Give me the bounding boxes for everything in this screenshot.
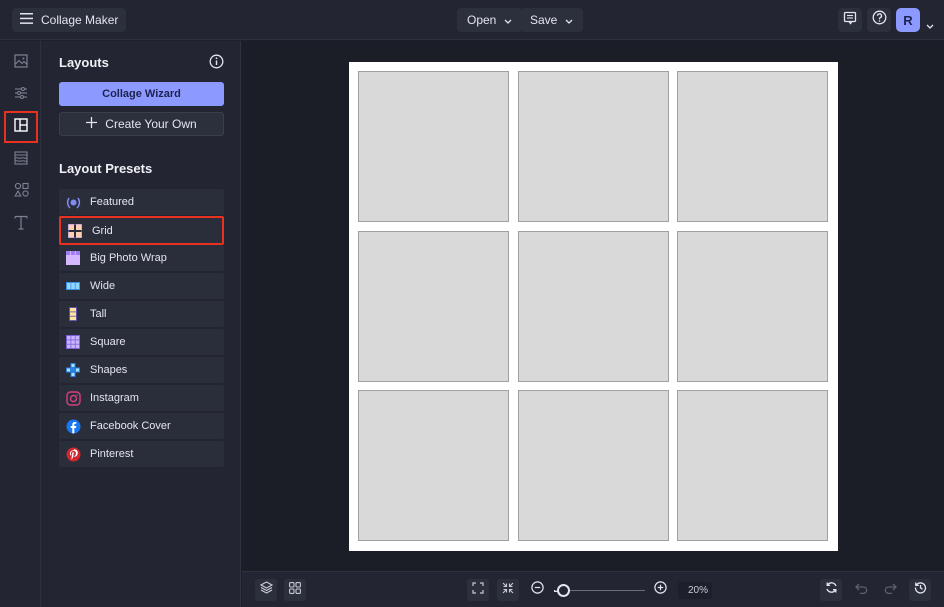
preset-square[interactable]: Square <box>59 329 224 355</box>
info-icon[interactable] <box>209 54 224 74</box>
photo-cell-r2c2[interactable] <box>518 231 669 382</box>
actual-size-button[interactable] <box>497 579 519 601</box>
photo-cell-r3c1[interactable] <box>358 390 509 541</box>
rail-item-text[interactable] <box>4 209 38 241</box>
collage-page <box>349 62 838 551</box>
zoom-out-icon <box>530 581 544 599</box>
pinterest-icon <box>60 441 86 467</box>
zoom-slider-thumb[interactable] <box>557 584 570 597</box>
save-button[interactable]: Save <box>520 8 584 32</box>
bottom-bar: 20% <box>242 571 944 607</box>
rail-item-image[interactable] <box>4 47 38 79</box>
facebook-icon <box>60 413 86 439</box>
top-bar: Collage Maker Open Save R <box>0 0 944 40</box>
create-your-own-button[interactable]: Create Your Own <box>59 112 224 136</box>
plus-icon <box>86 117 98 131</box>
layers-button[interactable] <box>255 579 277 601</box>
preset-tall[interactable]: Tall <box>59 301 224 327</box>
preset-pinterest[interactable]: Pinterest <box>59 441 224 467</box>
preset-featured[interactable]: Featured <box>59 189 224 215</box>
zoom-out-button[interactable] <box>526 579 548 601</box>
canvas-area <box>242 41 944 571</box>
featured-icon <box>60 189 86 215</box>
open-label: Open <box>467 13 497 27</box>
square-icon <box>60 329 86 355</box>
create-label: Create Your Own <box>105 117 197 131</box>
fit-to-screen-button[interactable] <box>467 579 489 601</box>
photo-cell-r3c3[interactable] <box>677 390 828 541</box>
undo-button[interactable] <box>850 579 872 601</box>
tall-icon <box>60 301 86 327</box>
shapes-preset-icon <box>60 357 86 383</box>
account-chevron-down-icon[interactable] <box>926 16 934 34</box>
photo-cell-r3c2[interactable] <box>518 390 669 541</box>
comment-icon <box>843 11 857 30</box>
redo-button[interactable] <box>879 579 901 601</box>
collage-wizard-button[interactable]: Collage Wizard <box>59 82 224 106</box>
chevron-down-icon <box>565 13 573 27</box>
chevron-down-icon <box>504 13 512 27</box>
main-menu-button[interactable]: Collage Maker <box>12 8 127 32</box>
photo-cell-r2c3[interactable] <box>677 231 828 382</box>
photo-cell-r1c1[interactable] <box>358 71 509 222</box>
comments-button[interactable] <box>838 8 862 32</box>
rail-item-layouts[interactable] <box>4 111 38 143</box>
hamburger-icon <box>20 11 33 29</box>
reset-button[interactable] <box>820 579 842 601</box>
history-button[interactable] <box>909 579 931 601</box>
refresh-icon <box>825 581 838 599</box>
history-icon <box>914 581 927 599</box>
instagram-icon <box>60 385 86 411</box>
app-title: Collage Maker <box>41 13 119 27</box>
help-button[interactable] <box>867 8 891 32</box>
preset-shapes[interactable]: Shapes <box>59 357 224 383</box>
grid-icon <box>62 218 88 244</box>
photo-cell-r1c3[interactable] <box>677 71 828 222</box>
shapes-icon <box>13 182 29 202</box>
preset-wide[interactable]: Wide <box>59 273 224 299</box>
expand-icon <box>472 581 484 599</box>
layers-icon <box>259 581 273 599</box>
sliders-icon <box>14 86 28 105</box>
preset-big-photo-wrap[interactable]: Big Photo Wrap <box>59 245 224 271</box>
grid-view-button[interactable] <box>284 579 306 601</box>
preset-facebook-cover[interactable]: Facebook Cover <box>59 413 224 439</box>
wide-icon <box>60 273 86 299</box>
zoom-in-button[interactable] <box>649 579 671 601</box>
user-avatar[interactable]: R <box>896 8 920 32</box>
layouts-panel: Layouts Collage Wizard Create Your Own L… <box>41 41 241 607</box>
zoom-value-input[interactable]: 20% <box>678 582 712 599</box>
preset-grid[interactable]: Grid <box>59 216 224 245</box>
zoom-in-icon <box>653 581 667 599</box>
shrink-icon <box>502 581 514 599</box>
text-icon <box>14 215 28 235</box>
rail-item-backgrounds[interactable] <box>4 144 38 176</box>
layout-icon <box>14 117 28 137</box>
help-icon <box>872 10 887 30</box>
tool-rail <box>0 41 41 607</box>
presets-title: Layout Presets <box>59 161 153 176</box>
grid-view-icon <box>289 581 301 599</box>
image-icon <box>14 53 28 73</box>
undo-icon <box>854 581 868 599</box>
big-photo-wrap-icon <box>60 245 86 271</box>
open-button[interactable]: Open <box>457 8 523 32</box>
panel-title: Layouts <box>59 55 109 70</box>
redo-icon <box>884 581 897 599</box>
texture-icon <box>14 150 28 170</box>
rail-item-graphics[interactable] <box>4 176 38 208</box>
preset-instagram[interactable]: Instagram <box>59 385 224 411</box>
photo-cell-r1c2[interactable] <box>518 71 669 222</box>
photo-cell-r2c1[interactable] <box>358 231 509 382</box>
save-label: Save <box>530 13 558 27</box>
rail-item-adjust[interactable] <box>4 79 38 111</box>
